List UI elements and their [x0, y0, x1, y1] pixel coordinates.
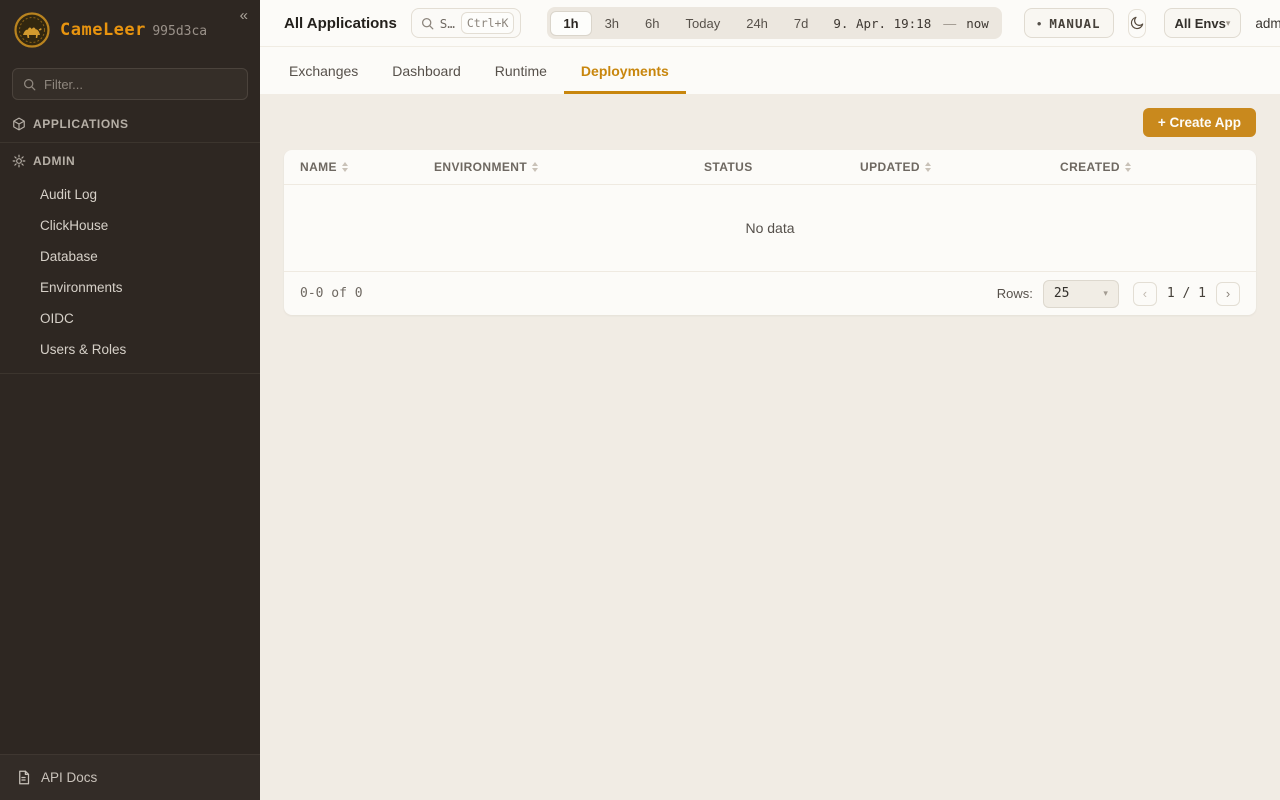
tab-dashboard[interactable]: Dashboard	[375, 47, 478, 94]
brand-logo-row: CameLeer 995d3ca	[0, 0, 260, 58]
theme-toggle-button[interactable]	[1128, 9, 1146, 38]
refresh-mode-button[interactable]: • MANUAL	[1024, 8, 1114, 38]
time-range-6h[interactable]: 6h	[632, 11, 672, 36]
page-title: All Applications	[284, 15, 397, 32]
cube-icon	[12, 117, 26, 131]
column-header-updated[interactable]: UPDATED	[860, 160, 1060, 174]
search-icon	[421, 17, 434, 30]
moon-icon	[1129, 15, 1145, 31]
rows-per-page-dropdown[interactable]: 25 ▾	[1043, 280, 1119, 308]
search-icon	[23, 78, 36, 91]
rows-per-page-label: Rows:	[997, 286, 1033, 301]
main-area: All Applications S… Ctrl+K 1h 3h 6h Toda…	[260, 0, 1280, 800]
previous-page-button[interactable]: ‹	[1133, 282, 1157, 306]
environment-dropdown[interactable]: All Envs ▾	[1164, 8, 1242, 38]
time-range-3h[interactable]: 3h	[592, 11, 632, 36]
tab-exchanges[interactable]: Exchanges	[272, 47, 375, 94]
column-label: UPDATED	[860, 160, 920, 174]
sort-icon	[342, 162, 348, 172]
api-docs-label: API Docs	[41, 770, 97, 785]
sort-icon	[532, 162, 538, 172]
rows-per-page-value: 25	[1054, 286, 1070, 301]
sidebar-item-database[interactable]: Database	[0, 241, 260, 272]
brand-name: CameLeer 995d3ca	[60, 20, 207, 40]
chevron-down-icon: ▾	[1226, 18, 1231, 29]
environment-value: All Envs	[1175, 16, 1226, 31]
deployments-table: NAME ENVIRONMENT STATUS UPDATED CREATED	[284, 150, 1256, 315]
tabs-bar: Exchanges Dashboard Runtime Deployments	[260, 47, 1280, 94]
time-range-1h[interactable]: 1h	[550, 11, 591, 36]
gear-icon	[12, 154, 26, 168]
sidebar-item-audit-log[interactable]: Audit Log	[0, 179, 260, 210]
brand-version: 995d3ca	[152, 24, 207, 39]
filter-input[interactable]	[44, 77, 237, 92]
time-range-today[interactable]: Today	[673, 11, 734, 36]
refresh-mode-dot: •	[1037, 17, 1042, 30]
sidebar-item-environments[interactable]: Environments	[0, 272, 260, 303]
sidebar-section-label: APPLICATIONS	[33, 117, 129, 131]
search-shortcut-badge: Ctrl+K	[461, 12, 515, 34]
column-header-status: STATUS	[704, 160, 860, 174]
tab-deployments[interactable]: Deployments	[564, 47, 686, 94]
sidebar-section-admin[interactable]: ADMIN	[0, 143, 260, 179]
refresh-mode-label: MANUAL	[1049, 16, 1100, 31]
document-icon	[16, 770, 31, 785]
empty-state-text: No data	[284, 185, 1256, 271]
pagination: Rows: 25 ▾ ‹ 1 / 1 ›	[997, 280, 1240, 308]
sort-icon	[925, 162, 931, 172]
api-docs-link[interactable]: API Docs	[0, 754, 260, 800]
table-header-row: NAME ENVIRONMENT STATUS UPDATED CREATED	[284, 150, 1256, 185]
sidebar: « CameLeer 995d3ca APPLICATIONS	[0, 0, 260, 800]
page-indicator: 1 / 1	[1167, 286, 1206, 301]
column-header-environment[interactable]: ENVIRONMENT	[434, 160, 704, 174]
global-search[interactable]: S… Ctrl+K	[411, 8, 522, 38]
table-footer: 0-0 of 0 Rows: 25 ▾ ‹ 1 / 1 ›	[284, 271, 1256, 315]
sidebar-item-users-roles[interactable]: Users & Roles	[0, 334, 260, 365]
sidebar-collapse-icon[interactable]: «	[240, 8, 248, 23]
brand-title: CameLeer	[60, 20, 146, 40]
time-range-7d[interactable]: 7d	[781, 11, 821, 36]
range-start-value[interactable]: 9. Apr. 19:18	[821, 16, 939, 31]
column-label: STATUS	[704, 160, 753, 174]
sidebar-item-clickhouse[interactable]: ClickHouse	[0, 210, 260, 241]
range-separator: —	[939, 16, 960, 31]
column-header-created[interactable]: CREATED	[1060, 160, 1256, 174]
time-range-24h[interactable]: 24h	[733, 11, 781, 36]
camel-logo-icon	[14, 12, 50, 48]
tab-runtime[interactable]: Runtime	[478, 47, 564, 94]
time-range-selector: 1h 3h 6h Today 24h 7d 9. Apr. 19:18 — no…	[547, 7, 1001, 39]
deployments-content: + Create App NAME ENVIRONMENT STATUS UPD…	[260, 94, 1280, 800]
column-label: ENVIRONMENT	[434, 160, 527, 174]
create-app-button[interactable]: + Create App	[1143, 108, 1256, 137]
topbar: All Applications S… Ctrl+K 1h 3h 6h Toda…	[260, 0, 1280, 47]
sidebar-nav: APPLICATIONS ADMIN Audit Log ClickHouse …	[0, 106, 260, 374]
sort-icon	[1125, 162, 1131, 172]
column-label: CREATED	[1060, 160, 1120, 174]
column-header-name[interactable]: NAME	[284, 160, 434, 174]
column-label: NAME	[300, 160, 337, 174]
sidebar-item-oidc[interactable]: OIDC	[0, 303, 260, 334]
chevron-down-icon: ▾	[1103, 288, 1108, 299]
result-range-text: 0-0 of 0	[300, 286, 363, 301]
search-placeholder: S…	[440, 16, 455, 31]
next-page-button[interactable]: ›	[1216, 282, 1240, 306]
sidebar-filter[interactable]	[12, 68, 248, 100]
range-end-value[interactable]: now	[960, 16, 999, 31]
sidebar-section-label: ADMIN	[33, 154, 75, 168]
sidebar-section-applications[interactable]: APPLICATIONS	[0, 106, 260, 142]
user-menu[interactable]: adm	[1255, 16, 1280, 31]
